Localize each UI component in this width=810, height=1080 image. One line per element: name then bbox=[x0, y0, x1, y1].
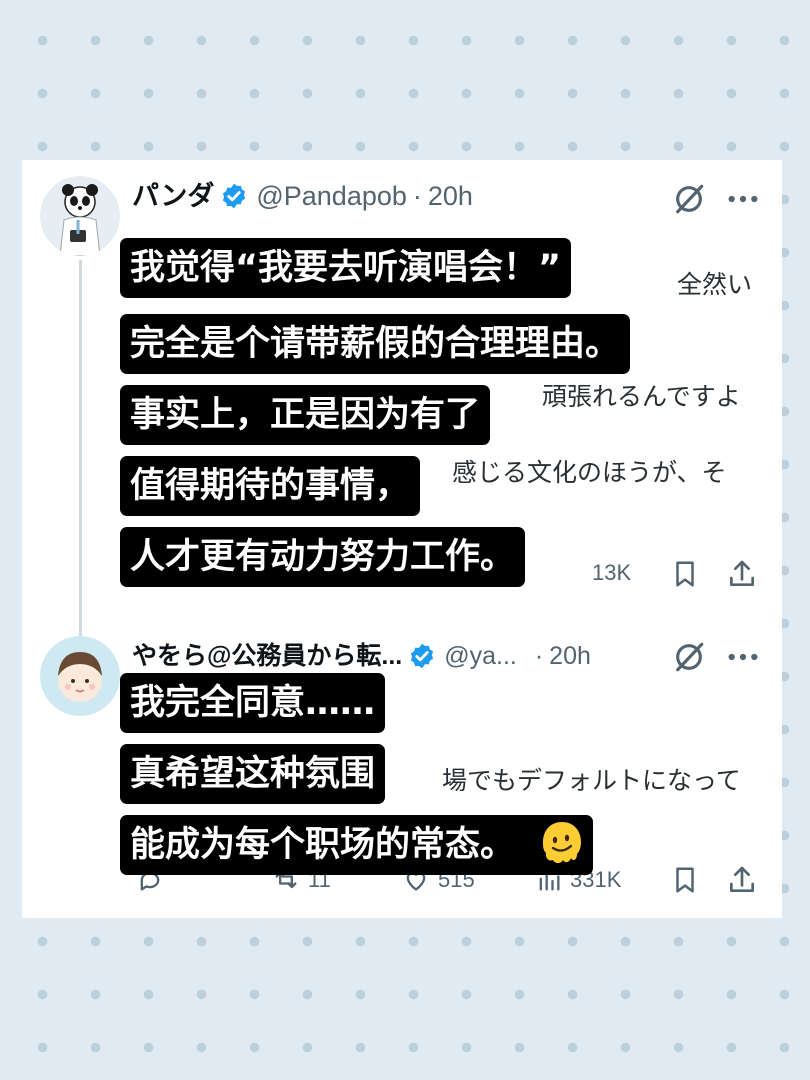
caption-line-1: 我觉得“我要去听演唱会！” bbox=[120, 238, 572, 298]
melting-face-emoji bbox=[543, 822, 582, 863]
verified-badge-icon bbox=[223, 183, 246, 209]
grok-slash-icon[interactable] bbox=[672, 182, 706, 216]
avatar-user2[interactable] bbox=[40, 636, 120, 716]
user2-avatar-image bbox=[40, 636, 120, 716]
post1-separator: · bbox=[412, 181, 422, 211]
thread-connector-line bbox=[79, 260, 82, 640]
caption-line-5: 人才更有动力努力工作。 bbox=[120, 527, 526, 587]
post1-header: パンダ @Pandapob · 20h bbox=[132, 180, 473, 212]
caption-line-2: 完全是个请带薪假的合理理由。 bbox=[120, 314, 631, 374]
post2-handle[interactable]: @ya... bbox=[444, 640, 517, 672]
share-icon[interactable] bbox=[726, 558, 758, 590]
post2-timestamp[interactable]: 20h bbox=[549, 640, 591, 672]
bookmark-icon[interactable] bbox=[670, 864, 700, 896]
panda-avatar-image bbox=[40, 176, 120, 256]
caption-line-4: 值得期待的事情， bbox=[120, 456, 421, 516]
caption-line-7: 真希望这种氛围 bbox=[120, 744, 386, 804]
post1-bg-text-2: 頑張れるんですよ bbox=[542, 382, 741, 411]
post1-timestamp[interactable]: 20h bbox=[428, 180, 473, 212]
post1-display-name[interactable]: パンダ bbox=[132, 180, 214, 212]
grok-slash-icon[interactable] bbox=[672, 640, 706, 674]
caption-line-3: 事实上，正是因为有了 bbox=[120, 385, 491, 445]
share-icon[interactable] bbox=[726, 864, 758, 896]
bookmark-icon[interactable] bbox=[670, 558, 700, 590]
post1-bg-text-3: 感じる文化のほうが、そ bbox=[452, 458, 727, 487]
post2-display-name[interactable]: やをら@公務員から転... bbox=[132, 640, 402, 672]
post2-separator: · bbox=[534, 642, 544, 670]
verified-badge-icon bbox=[411, 643, 434, 669]
post1-bg-text-1: 全然い bbox=[677, 270, 753, 299]
post2-bg-text-1: 場でもデフォルトになって bbox=[442, 766, 741, 795]
post2-header: やをら@公務員から転... @ya... · 20h bbox=[132, 640, 591, 672]
caption-line-8: 能成为每个职场的常态。 bbox=[130, 825, 516, 865]
post1-views-count: 13K bbox=[592, 560, 632, 585]
avatar-panda[interactable] bbox=[40, 176, 120, 256]
caption-line-6: 我完全同意…… bbox=[120, 673, 386, 733]
post1-handle[interactable]: @Pandapob bbox=[256, 180, 407, 212]
more-dots-icon[interactable] bbox=[726, 182, 760, 216]
post1-views[interactable]: 13K bbox=[592, 560, 631, 586]
more-dots-icon[interactable] bbox=[726, 640, 760, 674]
caption-line-8-wrap: 能成为每个职场的常态。 bbox=[120, 815, 594, 875]
